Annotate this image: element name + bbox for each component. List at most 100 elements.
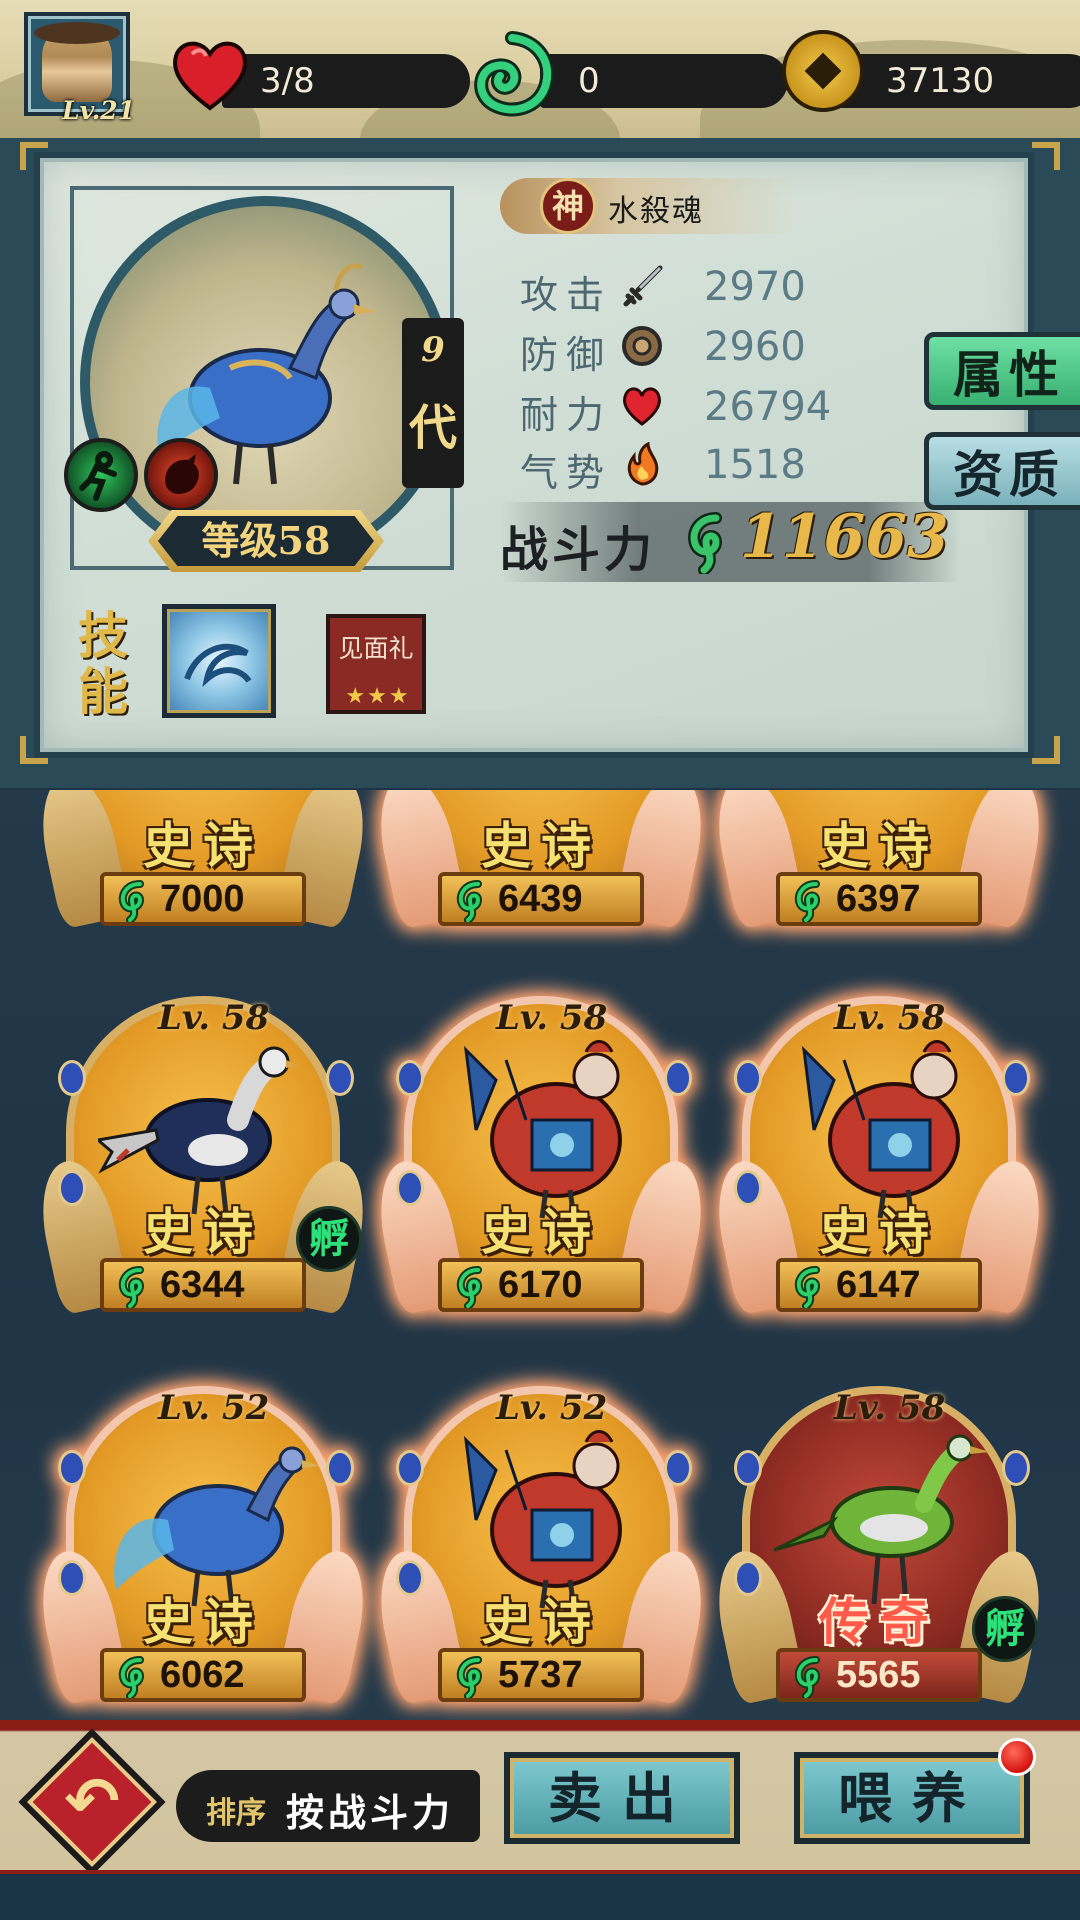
card-rarity: 史诗 [143, 1592, 263, 1651]
sort-selector[interactable]: 排序 按战斗力 [176, 1770, 480, 1842]
card-power-plate: 6062 [100, 1648, 306, 1702]
pet-card-grid[interactable]: 史诗 7000 史诗 6439 史诗 6397 Lv. 58 史诗 6344 孵… [0, 790, 1080, 1720]
card-gem [326, 1450, 354, 1486]
card-gem [664, 1060, 692, 1096]
pet-card[interactable]: 史诗 6439 [369, 790, 713, 944]
player-avatar[interactable]: Lv.21 [24, 12, 135, 125]
card-gem [326, 1060, 354, 1096]
card-power-plate: 6147 [776, 1258, 982, 1312]
avatar-hat [34, 22, 120, 44]
spirit-swirl-icon [118, 1266, 145, 1308]
combat-power-value: 11663 [740, 502, 949, 572]
card-gem [1002, 1450, 1030, 1486]
notification-dot [998, 1738, 1036, 1776]
heart-icon [173, 41, 247, 111]
return-arrow-icon: ↶ [64, 1763, 120, 1840]
stat-value: 1518 [704, 442, 806, 488]
combat-power-row: 战斗力 11663 [500, 502, 960, 582]
card-power: 6439 [498, 878, 583, 920]
card-power: 5565 [836, 1654, 921, 1696]
divine-rarity-seal: 神 [540, 178, 596, 234]
sell-button[interactable]: 卖出 [504, 1752, 740, 1844]
pet-card[interactable]: Lv. 52 史诗 6062 [31, 1370, 375, 1720]
card-level: Lv. 58 [158, 998, 270, 1038]
running-figure-icon [79, 451, 117, 501]
card-gem [396, 1060, 424, 1096]
player-level: Lv.21 [62, 96, 136, 125]
card-level: Lv. 58 [496, 998, 608, 1038]
gift-skill-slot[interactable]: 见面礼 ★★★ [326, 614, 426, 714]
card-power: 6344 [160, 1264, 245, 1306]
generation-label: 代 [408, 400, 457, 456]
feed-button[interactable]: 喂养 [794, 1752, 1030, 1844]
card-power: 7000 [160, 878, 245, 920]
pet-card[interactable]: Lv. 58 史诗 6344 孵 [31, 980, 375, 1330]
card-power-plate: 5737 [438, 1648, 644, 1702]
coin-hole [804, 52, 842, 90]
tab-attributes[interactable]: 属性 [924, 332, 1080, 410]
sort-value: 按战斗力 [286, 1790, 455, 1835]
card-gem [734, 1450, 762, 1486]
card-power: 5737 [498, 1654, 583, 1696]
stat-label: 攻击 [520, 273, 613, 317]
card-rarity: 史诗 [481, 1592, 601, 1651]
stat-label: 气势 [520, 451, 613, 495]
element-fire-badge[interactable] [144, 438, 218, 512]
frame-corner [20, 736, 48, 764]
heart-icon [623, 387, 661, 426]
spirit-swirl-icon [794, 1656, 821, 1698]
pheasant-art [98, 1046, 300, 1215]
card-level: Lv. 58 [834, 1388, 946, 1428]
skill-label: 技能 [78, 606, 128, 721]
card-power-plate: 6344 [100, 1258, 306, 1312]
pet-card[interactable]: Lv. 52 史诗 5737 [369, 1370, 713, 1720]
pet-level-text: 等级58 [158, 516, 374, 566]
stat-value: 2970 [704, 264, 806, 310]
rooster-emblem-icon [165, 454, 199, 494]
tab-aptitude[interactable]: 资质 [924, 432, 1080, 510]
card-power: 6397 [836, 878, 921, 920]
blue-phoenix-art [114, 1446, 318, 1607]
card-level: Lv. 52 [496, 1388, 608, 1428]
hatch-badge[interactable]: 孵 [972, 1596, 1038, 1662]
pet-card[interactable]: Lv. 58 传奇 5565 孵 [707, 1370, 1051, 1720]
spirit-swirl-icon [794, 880, 821, 922]
card-level: Lv. 52 [158, 1388, 270, 1428]
stat-row-momentum: 气势 1518 [520, 436, 880, 495]
opera-rooster-art [463, 1040, 622, 1219]
stat-label: 防御 [520, 333, 613, 377]
top-resource-bar: Lv.21 3/8 0 37130 [0, 0, 1080, 150]
spirit-swirl-icon [118, 880, 145, 922]
gift-skill-text: 见面礼 [338, 634, 414, 663]
spirit-swirl-icon [456, 1656, 483, 1698]
card-power-plate: 5565 [776, 1648, 982, 1702]
flame-icon [627, 442, 659, 486]
bottom-strip [0, 1870, 1080, 1920]
pet-name: 水殺魂 [608, 194, 704, 229]
card-gem [1002, 1060, 1030, 1096]
stat-row-stamina: 耐力 26794 [520, 378, 880, 437]
spirit-swirl-icon [456, 1266, 483, 1308]
pet-card[interactable]: Lv. 58 史诗 6170 [369, 980, 713, 1330]
pet-card[interactable]: 史诗 6397 [707, 790, 1051, 944]
frame-corner [1032, 142, 1060, 170]
opera-rooster-art [801, 1040, 960, 1219]
pet-card[interactable]: Lv. 58 史诗 6147 [707, 980, 1051, 1330]
card-gem [58, 1060, 86, 1096]
pet-level-plaque: 等级58 [148, 510, 384, 572]
hatch-badge[interactable]: 孵 [296, 1206, 362, 1272]
stat-value: 2960 [704, 324, 806, 370]
card-power-plate: 7000 [100, 872, 306, 926]
card-rarity: 史诗 [143, 816, 263, 875]
card-gem [58, 1450, 86, 1486]
spirit-counter: 0 [540, 54, 788, 108]
skill-slot-water[interactable] [162, 604, 276, 718]
stat-value: 26794 [704, 384, 832, 430]
frame-corner [20, 142, 48, 170]
pet-card[interactable]: 史诗 7000 [31, 790, 375, 944]
card-level: Lv. 58 [834, 998, 946, 1038]
card-power: 6147 [836, 1264, 921, 1306]
card-rarity: 史诗 [481, 1202, 601, 1261]
card-rarity: 史诗 [819, 1202, 939, 1261]
element-wind-badge[interactable] [64, 438, 138, 512]
